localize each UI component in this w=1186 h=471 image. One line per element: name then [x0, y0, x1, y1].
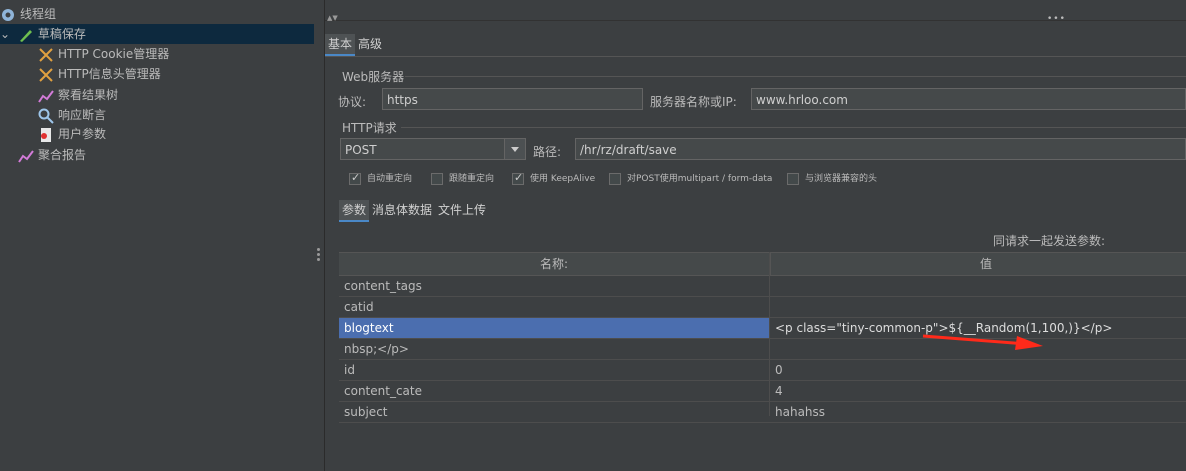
cell-value[interactable]: 4 [770, 381, 1186, 401]
split-pane-divider[interactable] [314, 0, 325, 471]
table-row[interactable]: content_tags [339, 276, 1186, 297]
http-sampler-panel: ▲▼ ••• 基本 高级 Web服务器 协议: https 服务器名称或IP: w… [325, 0, 1186, 471]
checkbox-label: 跟随重定向 [449, 174, 495, 184]
tab-basic[interactable]: 基本 [325, 34, 356, 56]
more-dots-icon[interactable]: ••• [1047, 14, 1066, 24]
multipart-checkbox[interactable]: 对POST使用multipart / form-data [609, 172, 772, 186]
cell-name[interactable]: id [339, 360, 769, 380]
params-caption: 同请求一起发送参数: [993, 234, 1106, 248]
checkbox-label: 使用 KeepAlive [530, 174, 596, 184]
tree-item-label: 草稿保存 [37, 27, 86, 41]
path-input[interactable]: /hr/rz/draft/save [575, 138, 1186, 160]
server-input[interactable]: www.hrloo.com [751, 88, 1186, 110]
auto-redirect-checkbox[interactable]: 自动重定向 [349, 171, 413, 186]
cell-name[interactable]: blogtext [339, 318, 769, 338]
column-header-value[interactable]: 值 [770, 253, 1186, 275]
cell-name[interactable]: subject [339, 402, 769, 422]
table-header: 名称: 值 [339, 252, 1186, 276]
http-request-group-label: HTTP请求 [342, 121, 397, 135]
method-select[interactable]: POST [340, 138, 526, 160]
magnifier-icon [38, 108, 54, 124]
cell-value[interactable] [770, 276, 1186, 296]
tab-underline [325, 56, 1186, 57]
protocol-input[interactable]: https [382, 88, 643, 110]
table-row[interactable]: catid [339, 297, 1186, 318]
group-divider [405, 76, 1186, 77]
tab-params[interactable]: 参数 [339, 200, 370, 222]
checkbox-label: 自动重定向 [367, 174, 413, 184]
wrench-icon [39, 67, 53, 82]
table-row[interactable]: id 0 [339, 360, 1186, 381]
server-label: 服务器名称或IP: [650, 95, 737, 109]
pen-icon [19, 29, 32, 42]
tree-item-draft-save[interactable]: ⌄ 草稿保存 [0, 24, 314, 44]
group-divider [401, 127, 1186, 128]
tree-item-header-manager[interactable]: HTTP信息头管理器 [38, 64, 161, 84]
cell-value[interactable]: 0 [770, 360, 1186, 380]
chevron-down-icon[interactable] [504, 139, 525, 159]
cell-name[interactable]: content_cate [339, 381, 769, 401]
tree-item-label: 察看结果树 [58, 88, 119, 102]
tab-body-data[interactable]: 消息体数据 [369, 200, 435, 220]
test-plan-tree: 线程组 ⌄ 草稿保存 HTTP Cookie管理器 HTTP信息头管理器 察看结… [0, 0, 314, 471]
cell-name[interactable]: content_tags [339, 276, 769, 296]
tree-item-aggregate-report[interactable]: 聚合报告 [18, 145, 86, 165]
wrench-icon [39, 47, 53, 62]
tree-item-label: 线程组 [20, 7, 57, 21]
method-select-value: POST [345, 143, 377, 157]
tree-item-response-assertion[interactable]: 响应断言 [38, 105, 106, 125]
checkbox-label: 对POST使用multipart / form-data [627, 174, 773, 184]
drag-handle-icon[interactable] [317, 246, 321, 264]
cell-name[interactable]: catid [339, 297, 769, 317]
checkbox-box[interactable] [512, 171, 524, 185]
chart-icon [38, 89, 54, 103]
table-row-selected[interactable]: blogtext <p class="tiny-common-p">${__Ra… [339, 318, 1186, 339]
browser-headers-checkbox[interactable]: 与浏览器兼容的头 [787, 172, 877, 186]
cell-value[interactable]: hahahss [770, 402, 1186, 422]
chevron-down-icon[interactable]: ⌄ [0, 24, 14, 44]
tree-item-results-tree[interactable]: 察看结果树 [38, 85, 118, 105]
keepalive-checkbox[interactable]: 使用 KeepAlive [512, 171, 596, 186]
column-header-name[interactable]: 名称: [339, 253, 769, 275]
params-table: 名称: 值 content_tags catid blogtext <p cla… [339, 252, 1186, 423]
cell-value[interactable] [770, 297, 1186, 317]
gear-icon [2, 8, 14, 21]
checkbox-box[interactable] [431, 172, 443, 185]
table-row[interactable]: content_cate 4 [339, 381, 1186, 402]
chart-icon [18, 149, 34, 163]
protocol-label: 协议: [338, 95, 367, 109]
table-row[interactable]: subject hahahss [339, 402, 1186, 423]
tab-advanced[interactable]: 高级 [355, 34, 385, 54]
path-label: 路径: [533, 145, 562, 159]
checkbox-box[interactable] [609, 172, 621, 185]
tree-item-label: HTTP Cookie管理器 [58, 47, 170, 61]
collapse-arrows-icon[interactable]: ▲▼ [327, 14, 338, 22]
checkbox-box[interactable] [349, 171, 361, 185]
body-tabs: 参数 消息体数据 文件上传 [339, 200, 489, 222]
tree-item-label: HTTP信息头管理器 [58, 67, 161, 81]
column-separator[interactable] [769, 252, 770, 416]
tree-item-thread-group[interactable]: 线程组 [0, 4, 56, 24]
panel-header-strip: ▲▼ ••• [325, 0, 1186, 24]
tree-item-cookie-manager[interactable]: HTTP Cookie管理器 [38, 44, 169, 64]
tree-item-label: 聚合报告 [38, 148, 87, 162]
table-row[interactable]: nbsp;</p> [339, 339, 1186, 360]
tree-item-label: 响应断言 [58, 108, 107, 122]
follow-redirect-checkbox[interactable]: 跟随重定向 [431, 172, 494, 186]
tab-file-upload[interactable]: 文件上传 [435, 200, 489, 220]
tree-item-user-params[interactable]: 用户参数 [38, 124, 106, 144]
main-tabs: 基本 高级 [325, 34, 385, 56]
checkbox-label: 与浏览器兼容的头 [805, 174, 878, 184]
web-server-group-label: Web服务器 [342, 70, 405, 84]
red-arrow-annotation [922, 334, 1043, 350]
cell-name[interactable]: nbsp;</p> [339, 339, 769, 359]
tree-item-label: 用户参数 [58, 127, 107, 141]
checkbox-box[interactable] [787, 172, 799, 185]
doc-icon [41, 127, 51, 142]
